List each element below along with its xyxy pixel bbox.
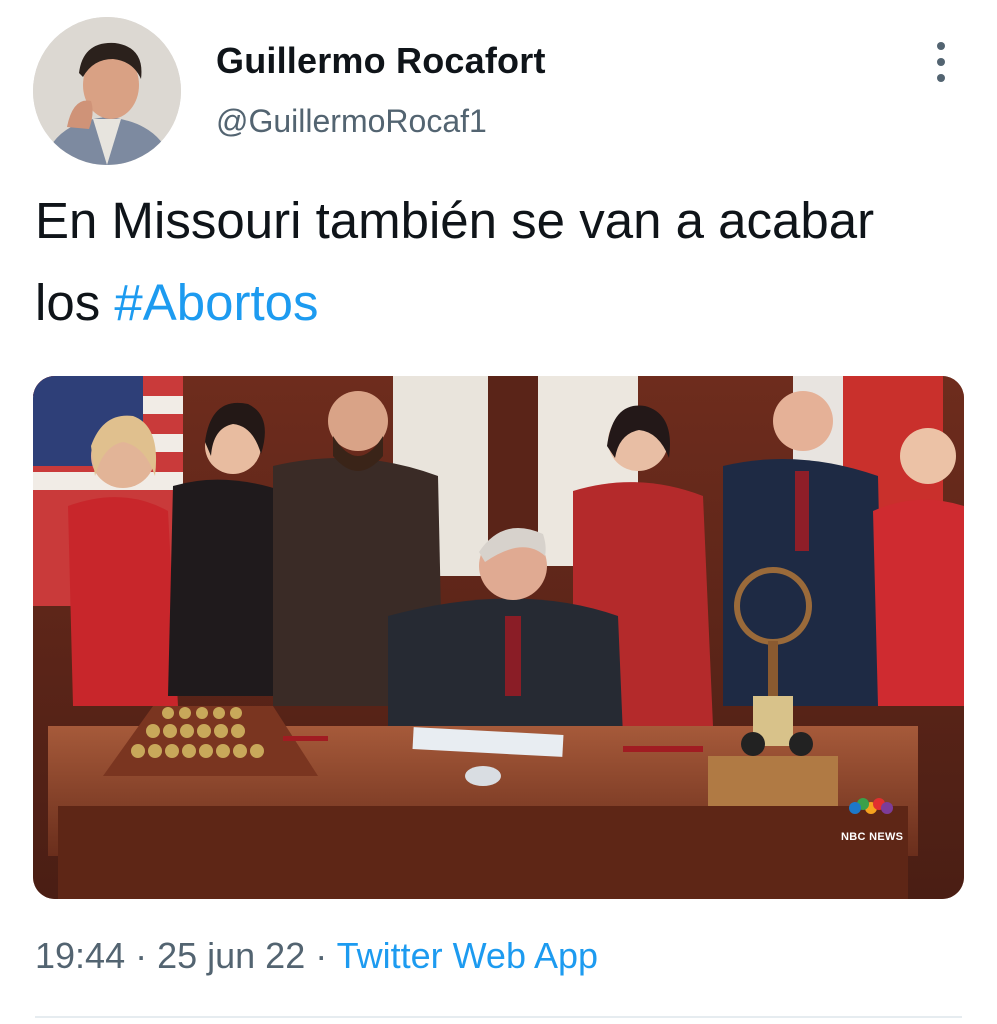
divider xyxy=(35,1016,962,1018)
tweet-date[interactable]: 25 jun 22 xyxy=(157,935,305,976)
tweet-source-app[interactable]: Twitter Web App xyxy=(337,935,598,976)
nbc-news-watermark: NBC NEWS xyxy=(841,831,904,843)
tweet-time[interactable]: 19:44 xyxy=(35,935,125,976)
avatar[interactable] xyxy=(33,17,181,165)
meta-separator: · xyxy=(125,935,158,976)
author-display-name[interactable]: Guillermo Rocafort xyxy=(216,40,546,82)
meta-separator: · xyxy=(305,935,337,976)
author-handle[interactable]: @GuillermoRocaf1 xyxy=(216,103,487,140)
signing-ceremony-photo xyxy=(33,376,964,899)
more-vertical-icon xyxy=(937,42,945,50)
tweet-metadata: 19:44 · 25 jun 22 · Twitter Web App xyxy=(35,935,598,977)
tweet-text: En Missouri también se van a acabar los … xyxy=(35,180,935,344)
avatar-photo xyxy=(33,17,181,165)
tweet-media-image[interactable]: NBC NEWS xyxy=(33,376,964,899)
hashtag-link[interactable]: #Abortos xyxy=(114,274,318,331)
more-options-button[interactable] xyxy=(930,42,952,82)
